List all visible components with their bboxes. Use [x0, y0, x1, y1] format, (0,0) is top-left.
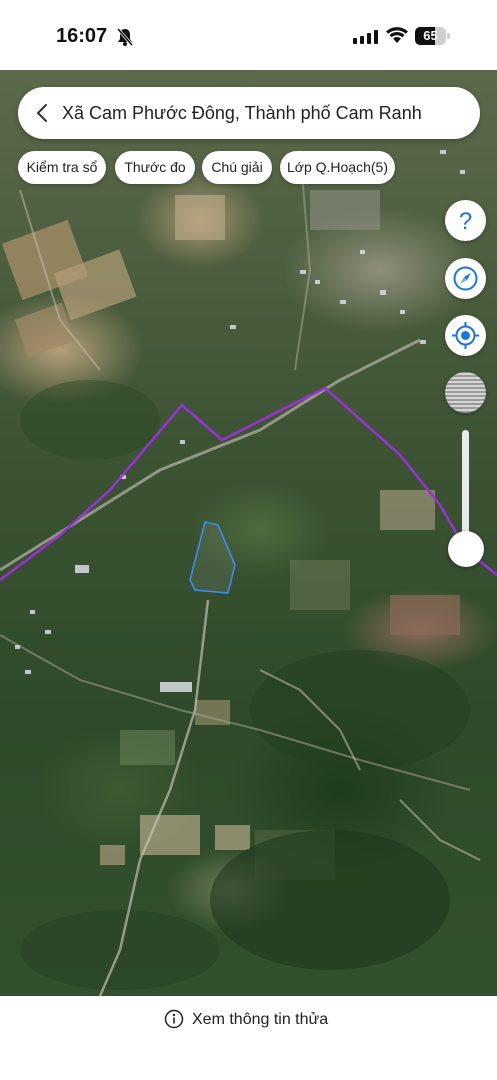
layer-opacity-icon[interactable]: [445, 372, 486, 413]
status-bar: 16:07 65: [0, 0, 497, 70]
chevron-left-icon[interactable]: [32, 101, 54, 125]
location-search-bar[interactable]: Xã Cam Phước Đông, Thành phố Cam Ranh: [18, 87, 480, 139]
parcel-outline[interactable]: [189, 521, 236, 594]
question-icon: ?: [459, 208, 472, 235]
satellite-map[interactable]: [0, 70, 497, 996]
svg-text:?: ?: [459, 208, 472, 235]
signal-icon: [353, 30, 378, 44]
chip-chu-giai[interactable]: Chú giải: [202, 151, 272, 184]
status-time: 16:07: [56, 25, 108, 47]
crosshair-icon: [452, 322, 479, 349]
compass-button[interactable]: [445, 258, 486, 299]
map-overlay: [0, 149, 497, 996]
my-location-button[interactable]: [445, 315, 486, 356]
info-icon: [164, 1009, 184, 1029]
chip-lop-quy-hoach[interactable]: Lớp Q.Hoạch(5): [280, 151, 395, 184]
help-button[interactable]: ?: [445, 200, 486, 241]
bell-muted-icon: [116, 28, 134, 46]
battery-icon: 65: [415, 27, 451, 45]
wifi-icon: [386, 27, 408, 43]
chip-kiem-tra-so[interactable]: Kiểm tra sổ: [18, 151, 106, 184]
bottom-bar: Xem thông tin thửa: [0, 996, 497, 1080]
battery-level: 65: [423, 28, 438, 43]
parcel-info-label: Xem thông tin thửa: [192, 1011, 329, 1028]
chip-thuoc-do[interactable]: Thước đo: [115, 151, 195, 184]
location-title: Xã Cam Phước Đông, Thành phố Cam Ranh: [62, 103, 422, 123]
opacity-slider-knob[interactable]: [448, 531, 484, 567]
compass-icon: [453, 266, 478, 291]
